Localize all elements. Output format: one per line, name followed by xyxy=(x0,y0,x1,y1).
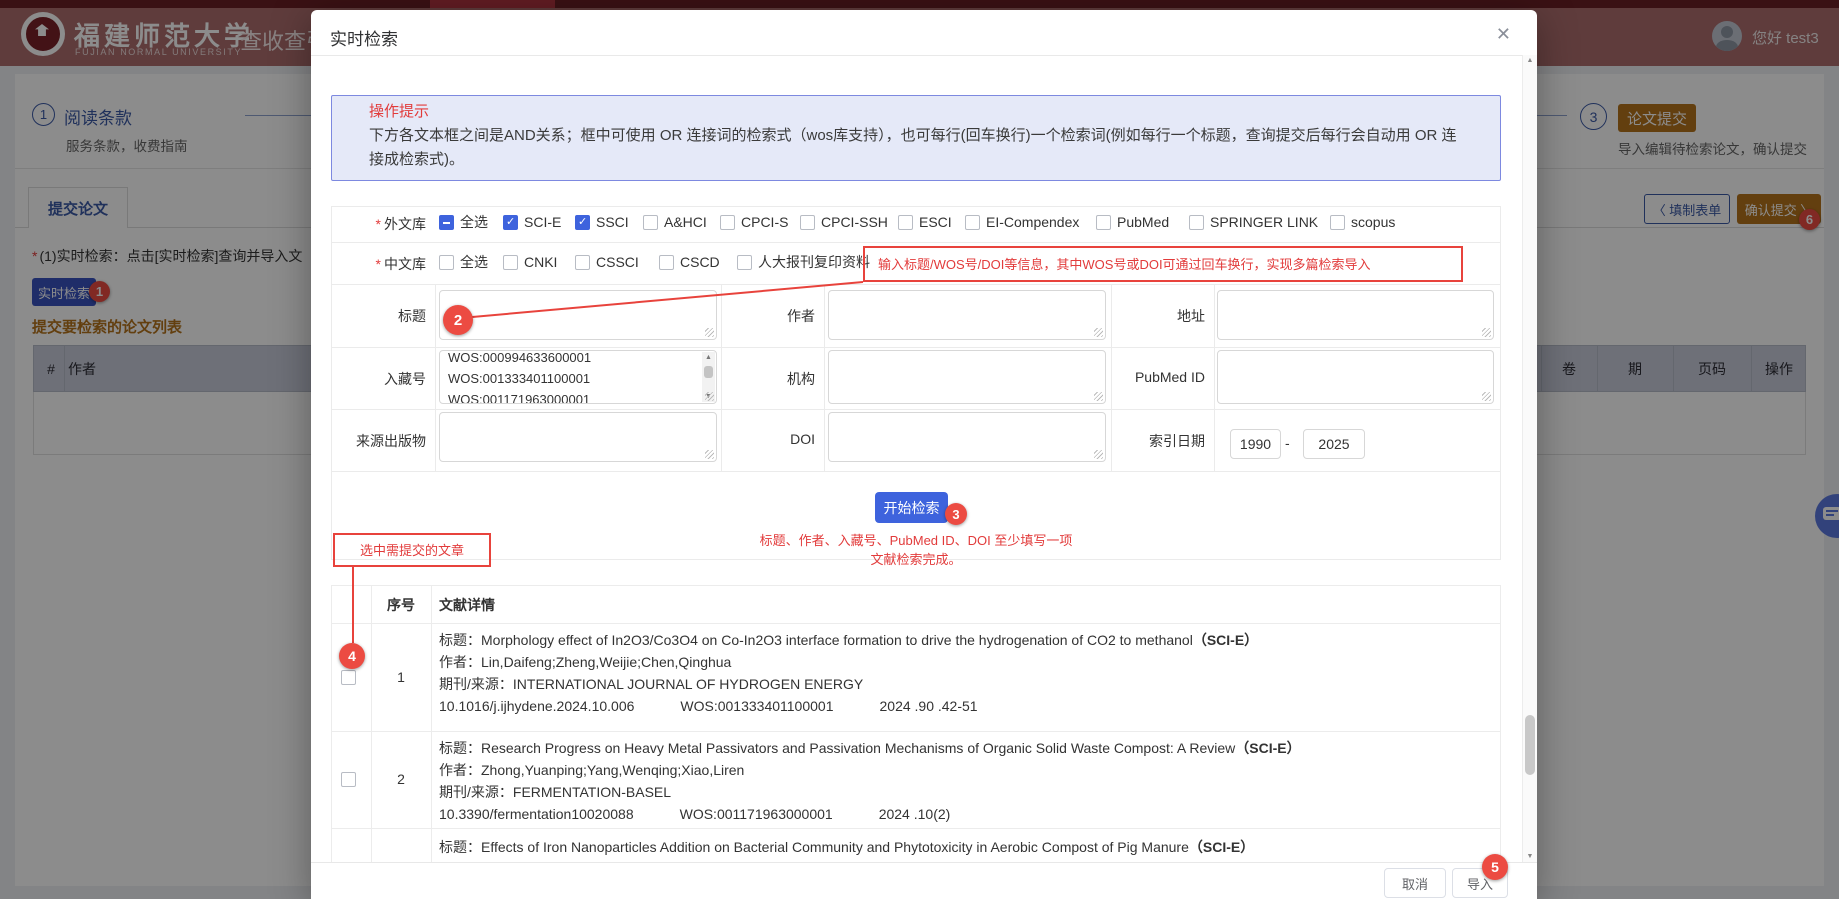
org-label: 机构 xyxy=(720,369,815,389)
result-row1-detail: 标题：Morphology effect of In2O3/Co3O4 on C… xyxy=(439,629,1258,717)
tutorial-badge-3: 3 xyxy=(945,503,967,525)
form-hint-line2: 文献检索完成。 xyxy=(331,549,1501,568)
checkbox-ahci[interactable]: A&HCI xyxy=(643,214,707,230)
results-col-detail: 文献详情 xyxy=(439,595,495,615)
scrollbar-thumb[interactable] xyxy=(704,366,713,378)
doi-label: DOI xyxy=(720,431,815,447)
checkbox-indeterminate-icon xyxy=(439,215,454,230)
screen: 福建师范大学 FUJIAN NORMAL UNIVERSITY 查收查引 您好 … xyxy=(0,0,1839,899)
cancel-button[interactable]: 取消 xyxy=(1384,868,1446,898)
date-from-input[interactable]: 1990 xyxy=(1230,429,1281,459)
dialog-scrollbar[interactable]: ▲ ▼ xyxy=(1522,55,1537,862)
scroll-up-icon[interactable]: ▲ xyxy=(1523,57,1537,64)
checkbox-icon xyxy=(503,255,518,270)
form-hint-line1: 标题、作者、入藏号、PubMed ID、DOI 至少填写一项 xyxy=(331,530,1501,549)
checkbox-cpci-ssh[interactable]: CPCI-SSH xyxy=(800,214,888,230)
start-search-button[interactable]: 开始检索 xyxy=(875,492,948,523)
dialog-footer-divider xyxy=(311,862,1537,863)
doi-textarea[interactable] xyxy=(828,412,1106,462)
tips-line2: 接成检索式)。 xyxy=(369,148,464,169)
dialog-scrollbar-thumb[interactable] xyxy=(1525,715,1535,775)
result-row1-checkbox[interactable] xyxy=(341,670,356,685)
result-row1-seq: 1 xyxy=(371,669,431,685)
checkbox-ei-compendex[interactable]: EI-Compendex xyxy=(965,214,1079,230)
checkbox-esci[interactable]: ESCI xyxy=(898,214,952,230)
accession-label: 入藏号 xyxy=(331,369,426,389)
pubmed-label: PubMed ID xyxy=(1110,369,1205,385)
checkbox-cnki[interactable]: CNKI xyxy=(503,254,557,270)
dialog-title-divider xyxy=(311,55,1537,56)
source-textarea[interactable] xyxy=(439,412,717,462)
results-col-seq: 序号 xyxy=(371,595,431,615)
tips-line1: 下方各文本框之间是AND关系；框中可使用 OR 连接词的检索式（wos库支持），… xyxy=(369,124,1457,145)
checkbox-icon xyxy=(1096,215,1111,230)
tutorial-badge-4: 4 xyxy=(339,643,365,669)
close-icon[interactable]: ✕ xyxy=(1496,24,1511,45)
checkbox-icon xyxy=(965,215,980,230)
checkbox-renda[interactable]: 人大报刊复印资料 xyxy=(737,254,870,270)
checkbox-select-all-chinese[interactable]: 全选 xyxy=(439,254,488,270)
org-textarea[interactable] xyxy=(828,350,1106,404)
checkbox-cpci-s[interactable]: CPCI-S xyxy=(720,214,788,230)
checkbox-scopus[interactable]: scopus xyxy=(1330,214,1395,230)
checkbox-pubmed[interactable]: PubMed xyxy=(1096,214,1169,230)
checkbox-icon xyxy=(1330,215,1345,230)
checkbox-cssci[interactable]: CSSCI xyxy=(575,254,639,270)
accession-textarea[interactable]: WOS:000994633600001 WOS:001333401100001 … xyxy=(439,350,717,404)
checkbox-sci-e[interactable]: SCI-E xyxy=(503,214,561,230)
tutorial-badge-2: 2 xyxy=(443,305,473,335)
checkbox-ssci[interactable]: SSCI xyxy=(575,214,629,230)
checkbox-checked-icon xyxy=(575,215,590,230)
tutorial-badge-5: 5 xyxy=(1482,854,1508,880)
author-label: 作者 xyxy=(720,306,815,326)
checkbox-icon xyxy=(898,215,913,230)
scroll-down-icon[interactable]: ▼ xyxy=(702,391,715,402)
checkbox-checked-icon xyxy=(503,215,518,230)
dialog-title: 实时检索 xyxy=(330,25,398,50)
foreign-db-label: *外文库 xyxy=(331,214,426,234)
checkbox-icon xyxy=(800,215,815,230)
result-row2-detail: 标题：Research Progress on Heavy Metal Pass… xyxy=(439,737,1301,825)
checkbox-icon xyxy=(439,255,454,270)
date-to-input[interactable]: 2025 xyxy=(1303,429,1365,459)
pubmed-textarea[interactable] xyxy=(1217,350,1494,404)
annotation-input-tip: 输入标题/WOS号/DOI等信息，其中WOS号或DOI可通过回车换行，实现多篇检… xyxy=(863,246,1463,282)
result-row2-checkbox[interactable] xyxy=(341,772,356,787)
address-textarea[interactable] xyxy=(1217,290,1494,340)
checkbox-cscd[interactable]: CSCD xyxy=(659,254,720,270)
checkbox-springer-link[interactable]: SPRINGER LINK xyxy=(1189,214,1318,230)
title-textarea[interactable] xyxy=(439,290,717,340)
date-separator: - xyxy=(1285,435,1290,451)
accession-values: WOS:000994633600001 WOS:001333401100001 … xyxy=(448,350,591,404)
checkbox-select-all-foreign[interactable]: 全选 xyxy=(439,214,488,230)
checkbox-icon xyxy=(737,255,752,270)
realtime-search-dialog: 实时检索 ✕ 操作提示 下方各文本框之间是AND关系；框中可使用 OR 连接词的… xyxy=(311,10,1537,899)
chinese-db-label: *中文库 xyxy=(331,254,426,274)
author-textarea[interactable] xyxy=(828,290,1106,340)
annotation-select-tip: 选中需提交的文章 xyxy=(333,533,491,567)
tips-title: 操作提示 xyxy=(369,100,429,121)
index-date-label: 索引日期 xyxy=(1110,431,1205,451)
scroll-down-icon[interactable]: ▼ xyxy=(1523,853,1537,860)
results-table: 序号 文献详情 1 标题：Morphology effect of In2O3/… xyxy=(331,585,1501,862)
source-label: 来源出版物 xyxy=(331,431,426,451)
address-label: 地址 xyxy=(1110,306,1205,326)
textarea-scrollbar[interactable]: ▲ ▼ xyxy=(702,352,715,402)
result-row2-seq: 2 xyxy=(371,771,431,787)
title-label: 标题 xyxy=(331,306,426,326)
checkbox-icon xyxy=(1189,215,1204,230)
result-row3-detail: 标题：Effects of Iron Nanoparticles Additio… xyxy=(439,836,1254,858)
checkbox-icon xyxy=(659,255,674,270)
checkbox-icon xyxy=(575,255,590,270)
checkbox-icon xyxy=(643,215,658,230)
scroll-up-icon[interactable]: ▲ xyxy=(702,352,715,363)
checkbox-icon xyxy=(720,215,735,230)
